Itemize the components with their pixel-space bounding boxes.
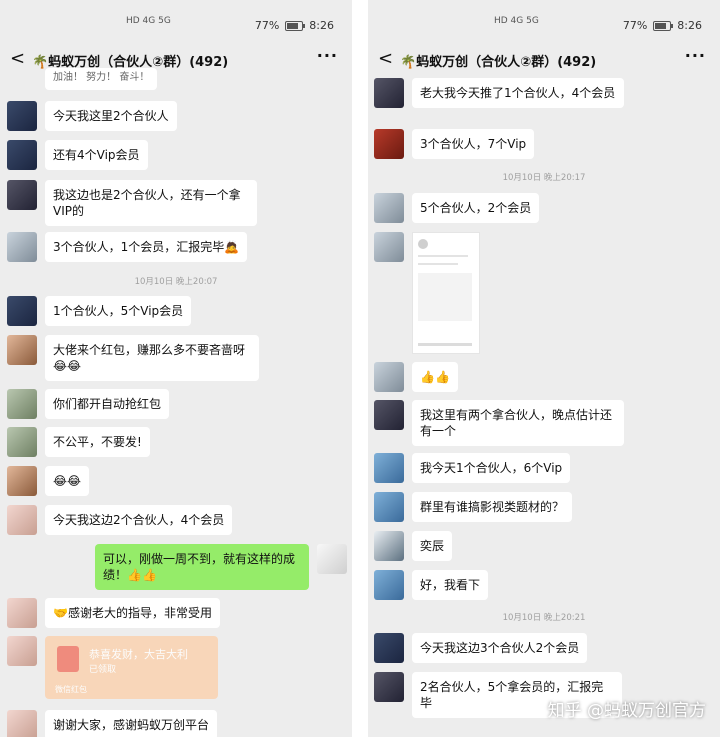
- message-bubble[interactable]: 大佬来个红包，赚那么多不要吝啬呀😂😂: [45, 335, 259, 381]
- avatar[interactable]: [7, 505, 37, 535]
- message-bubble[interactable]: 今天我这里2个合伙人: [45, 101, 177, 131]
- message-bubble[interactable]: 1个合伙人，5个Vip会员: [45, 296, 192, 326]
- chat-screenshot-left: HD 4G 5G 77% 8:26 < 🌴蚂蚁万创（合伙人②群）(492) ··…: [0, 0, 352, 737]
- watermark: 知乎 @蚂蚁万创官方: [547, 701, 706, 721]
- own-message-bubble[interactable]: 可以，刚做一周不到，就有这样的成绩！👍👍: [95, 544, 309, 590]
- avatar[interactable]: [374, 672, 404, 702]
- red-packet-title: 恭喜发财，大吉大利: [89, 648, 188, 661]
- avatar[interactable]: [374, 129, 404, 159]
- timestamp: 10月10日 晚上20:07: [134, 277, 218, 287]
- message-bubble[interactable]: 我这边也是2个合伙人，还有一个拿VIP的: [45, 180, 257, 226]
- battery-percent: 77%: [622, 19, 648, 32]
- avatar[interactable]: [374, 453, 404, 483]
- avatar[interactable]: [7, 296, 37, 326]
- timestamp: 10月10日 晚上20:21: [502, 613, 586, 623]
- message-bubble[interactable]: 好，我看下: [412, 570, 489, 600]
- message-bubble[interactable]: 不公平，不要发!: [45, 427, 150, 457]
- own-avatar[interactable]: [317, 544, 347, 574]
- avatar[interactable]: [7, 466, 37, 496]
- avatar[interactable]: [7, 598, 37, 628]
- avatar[interactable]: [7, 101, 37, 131]
- avatar[interactable]: [374, 193, 404, 223]
- message-bubble[interactable]: 今天我这边3个合伙人2个会员: [412, 633, 588, 663]
- more-icon[interactable]: ···: [317, 46, 338, 65]
- message-bubble[interactable]: 5个合伙人，2个会员: [412, 193, 540, 223]
- chat-title: 🌴蚂蚁万创（合伙人②群）(492): [400, 55, 597, 70]
- message-bubble[interactable]: 你们都开自动抢红包: [45, 389, 170, 419]
- avatar[interactable]: [374, 531, 404, 561]
- battery-icon: [285, 20, 306, 31]
- avatar[interactable]: [374, 633, 404, 663]
- message-bubble[interactable]: 👍👍: [412, 362, 458, 392]
- avatar[interactable]: [374, 78, 404, 108]
- message-bubble[interactable]: 😂😂: [45, 466, 90, 496]
- image-message[interactable]: [412, 232, 480, 354]
- message-bubble[interactable]: 🤝感谢老大的指导，非常受用: [45, 598, 220, 628]
- divider: [352, 0, 368, 737]
- red-packet[interactable]: 恭喜发财，大吉大利 已领取 微信红包: [45, 636, 218, 699]
- message-bubble[interactable]: 老大我今天推了1个合伙人，4个会员: [412, 78, 624, 108]
- message-bubble[interactable]: 我这里有两个拿合伙人，晚点估计还有一个: [412, 400, 624, 446]
- avatar[interactable]: [7, 140, 37, 170]
- message-bubble[interactable]: 我今天1个合伙人，6个Vip: [412, 453, 571, 483]
- avatar[interactable]: [7, 180, 37, 210]
- network-indicator: HD 4G 5G: [126, 16, 171, 26]
- avatar[interactable]: [374, 492, 404, 522]
- avatar[interactable]: [374, 362, 404, 392]
- avatar[interactable]: [374, 570, 404, 600]
- message-bubble[interactable]: 群里有谁搞影视类题材的？: [412, 492, 573, 522]
- message-bubble[interactable]: 谢谢大家，感谢蚂蚁万创平台: [45, 710, 218, 737]
- message-bubble[interactable]: 今天我这边2个合伙人，4个会员: [45, 505, 233, 535]
- message-bubble[interactable]: 3个合伙人，1个会员，汇报完毕🙇: [45, 232, 248, 262]
- back-icon[interactable]: <: [378, 48, 393, 69]
- red-packet-icon: [57, 646, 79, 672]
- timestamp: 10月10日 晚上20:17: [502, 173, 586, 183]
- message-bubble[interactable]: 还有4个Vip会员: [45, 140, 148, 170]
- avatar[interactable]: [7, 389, 37, 419]
- avatar[interactable]: [374, 400, 404, 430]
- battery-icon: [653, 20, 674, 31]
- avatar[interactable]: [7, 636, 37, 666]
- status-bar: HD 4G 5G 77% 8:26: [0, 0, 352, 44]
- chat-header: < 🌴蚂蚁万创（合伙人②群）(492) ···: [368, 44, 720, 76]
- battery-percent: 77%: [254, 19, 280, 32]
- message-bubble[interactable]: 3个合伙人，7个Vip: [412, 129, 535, 159]
- status-bar: HD 4G 5G 77% 8:26: [368, 0, 720, 44]
- avatar[interactable]: [7, 710, 37, 737]
- avatar[interactable]: [7, 335, 37, 365]
- chat-screenshot-right: HD 4G 5G 77% 8:26 < 🌴蚂蚁万创（合伙人②群）(492) ··…: [368, 0, 720, 737]
- clock: 8:26: [309, 19, 334, 32]
- avatar[interactable]: [7, 427, 37, 457]
- more-icon[interactable]: ···: [685, 46, 706, 65]
- red-packet-label: 微信红包: [55, 685, 87, 694]
- avatar[interactable]: [374, 232, 404, 262]
- network-indicator: HD 4G 5G: [494, 16, 539, 26]
- avatar[interactable]: [7, 232, 37, 262]
- message-bubble[interactable]: 加油！ 努力！ 奋斗！: [45, 68, 158, 90]
- back-icon[interactable]: <: [10, 48, 25, 69]
- message-bubble[interactable]: 奕辰: [412, 531, 453, 561]
- red-packet-status: 已领取: [89, 665, 117, 675]
- clock: 8:26: [677, 19, 702, 32]
